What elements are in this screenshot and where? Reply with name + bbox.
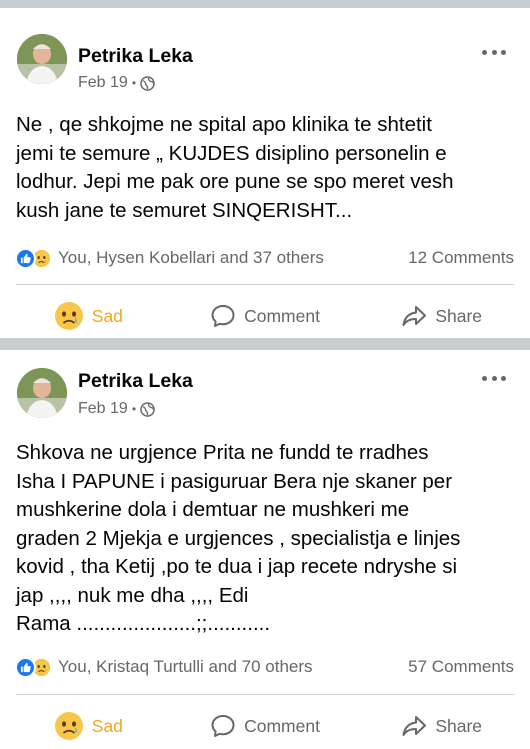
comments-count[interactable]: 12 Comments [408, 248, 514, 268]
divider [16, 284, 514, 285]
globe-icon [140, 401, 155, 417]
more-options-icon[interactable] [482, 374, 506, 382]
share-button[interactable]: Share [353, 704, 530, 748]
sad-label: Sad [91, 305, 123, 326]
reaction-summary[interactable]: You, Hysen Kobellari and 37 others 12 Co… [15, 247, 514, 269]
more-options-icon[interactable] [482, 48, 506, 56]
avatar[interactable] [17, 34, 67, 84]
sad-label: Sad [91, 715, 123, 736]
share-icon [401, 303, 427, 329]
post-date[interactable]: Feb 19 [78, 74, 128, 92]
comments-count[interactable]: 57 Comments [408, 657, 514, 677]
post-card: Petrika Leka Feb 19 • Shkova ne urgjence… [0, 350, 530, 749]
feed-separator [0, 0, 530, 8]
share-label: Share [435, 305, 483, 326]
author-name[interactable]: Petrika Leka [78, 370, 193, 393]
post-card: Petrika Leka Feb 19 • Ne , qe shkojme ne… [0, 8, 530, 338]
avatar[interactable] [17, 368, 67, 418]
comment-icon [210, 303, 236, 329]
post-actions: Sad Comment Share [0, 704, 530, 748]
meta-dot: • [131, 402, 137, 416]
divider [16, 694, 514, 695]
post-meta: Feb 19 • [78, 74, 155, 92]
sad-reaction-button[interactable]: Sad [0, 294, 177, 338]
meta-dot: • [131, 76, 137, 90]
post-text: Shkova ne urgjence Prita ne fundd te rra… [16, 441, 461, 635]
post-text: Ne , qe shkojme ne spital apo klinika te… [16, 113, 454, 222]
feed: Petrika Leka Feb 19 • Ne , qe shkojme ne… [0, 0, 530, 749]
comment-button[interactable]: Comment [177, 704, 354, 748]
sad-face-icon [54, 711, 84, 741]
sad-reaction-button[interactable]: Sad [0, 704, 177, 748]
comment-icon [210, 713, 236, 739]
comment-label: Comment [244, 305, 320, 326]
share-button[interactable]: Share [353, 294, 530, 338]
sad-face-icon [54, 301, 84, 331]
post-meta: Feb 19 • [78, 400, 155, 418]
share-icon [401, 713, 427, 739]
like-reaction-icon [15, 656, 36, 678]
post-date[interactable]: Feb 19 [78, 400, 128, 418]
share-label: Share [435, 715, 483, 736]
reaction-names: You, Kristaq Turtulli and 70 others [58, 657, 313, 676]
like-reaction-icon [15, 247, 36, 269]
globe-icon [140, 75, 155, 91]
reaction-names: You, Hysen Kobellari and 37 others [58, 248, 324, 267]
author-name[interactable]: Petrika Leka [78, 45, 193, 68]
post-actions: Sad Comment Share [0, 294, 530, 338]
comment-button[interactable]: Comment [177, 294, 354, 338]
feed-separator [0, 338, 530, 350]
reaction-summary[interactable]: You, Kristaq Turtulli and 70 others 57 C… [15, 656, 514, 678]
comment-label: Comment [244, 715, 320, 736]
